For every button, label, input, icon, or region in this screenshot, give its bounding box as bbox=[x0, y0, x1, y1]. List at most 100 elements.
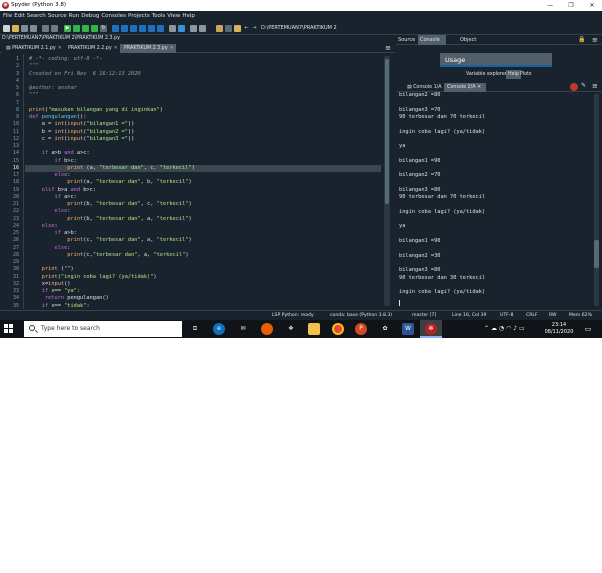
help-options-menu-icon[interactable]: ≡ bbox=[592, 35, 598, 45]
stop-kernel-icon[interactable] bbox=[570, 83, 578, 91]
run-cell-advance-icon[interactable] bbox=[82, 25, 89, 32]
console-scrollbar[interactable] bbox=[594, 94, 599, 306]
run-selection-icon[interactable] bbox=[91, 25, 98, 32]
powerpoint-icon[interactable]: P bbox=[355, 323, 367, 335]
step-icon[interactable] bbox=[121, 25, 128, 32]
taskbar-search-input[interactable]: Type here to search bbox=[24, 321, 182, 337]
file-explorer-icon[interactable] bbox=[308, 323, 320, 335]
menu-projects[interactable]: Projects bbox=[128, 11, 150, 22]
stop-debug-icon[interactable] bbox=[157, 25, 164, 32]
line-number-gutter: 1 2 3 4 5 6 7 8 9 10 11 12 13 14 15 16 17 18 19 20 21 22 23 24 2… bbox=[0, 54, 24, 309]
new-file-icon[interactable] bbox=[3, 25, 10, 32]
battery-icon[interactable]: ▭ bbox=[519, 325, 525, 332]
maximize-pane-icon[interactable] bbox=[169, 25, 176, 32]
task-view-icon[interactable]: ⧉ bbox=[189, 323, 201, 335]
mail-icon[interactable]: ✉ bbox=[237, 323, 249, 335]
debug-icon[interactable] bbox=[112, 25, 119, 32]
layout-icon[interactable] bbox=[199, 25, 206, 32]
cloud-icon[interactable]: ☁ bbox=[491, 325, 497, 332]
help-source-select[interactable]: Console bbox=[418, 35, 446, 45]
menu-source[interactable]: Source bbox=[48, 11, 67, 22]
notifications-icon[interactable]: ▭ bbox=[582, 323, 594, 335]
code-line: print(a, "terbesar dan", b, "terkecil") bbox=[67, 179, 192, 186]
save-all-icon[interactable] bbox=[30, 25, 37, 32]
open-file-icon[interactable] bbox=[12, 25, 19, 32]
lock-icon[interactable]: 🔒 bbox=[578, 35, 585, 45]
code-editor[interactable]: 1 2 3 4 5 6 7 8 9 10 11 12 13 14 15 16 17 18 19 20 21 22 23 24 2… bbox=[0, 54, 393, 309]
save-icon[interactable] bbox=[21, 25, 28, 32]
menu-debug[interactable]: Debug bbox=[81, 11, 99, 22]
code-line: if a>c: bbox=[54, 193, 77, 200]
line-number: 9 bbox=[15, 114, 19, 120]
taskbar-clock[interactable]: 23:14 08/11/2020 bbox=[543, 322, 575, 338]
editor-scrollbar-thumb[interactable] bbox=[385, 59, 389, 204]
edge-icon[interactable]: e bbox=[213, 323, 225, 335]
tools-icon[interactable] bbox=[216, 25, 223, 32]
console-scrollbar-thumb[interactable] bbox=[594, 240, 599, 268]
menu-tools[interactable]: Tools bbox=[152, 11, 166, 22]
tab-praktikum-2-2[interactable]: PRAKTIKUM 2.2.py ✕ bbox=[64, 44, 120, 53]
console-options-menu-icon[interactable]: ≡ bbox=[592, 82, 598, 90]
tab-plots[interactable]: Plots bbox=[520, 70, 532, 79]
chrome-icon[interactable] bbox=[332, 323, 344, 335]
console-line: ya bbox=[399, 223, 406, 230]
volume-icon[interactable]: ♪ bbox=[513, 325, 517, 332]
menu-search[interactable]: Search bbox=[27, 11, 46, 22]
menu-help[interactable]: Help bbox=[182, 11, 195, 22]
menu-edit[interactable]: Edit bbox=[14, 11, 25, 22]
fullscreen-icon[interactable] bbox=[178, 25, 185, 32]
menu-view[interactable]: View bbox=[167, 11, 180, 22]
chevron-up-icon[interactable]: ⌃ bbox=[484, 325, 489, 332]
code-line: else: bbox=[54, 172, 71, 178]
run-cell-icon[interactable] bbox=[73, 25, 80, 32]
tab-praktikum-2-3[interactable]: PRAKTIKUM 2.3.py ✕ bbox=[120, 44, 176, 53]
tab-help[interactable]: Help bbox=[506, 70, 521, 79]
email-icon[interactable] bbox=[42, 25, 49, 32]
app-icon[interactable]: ✿ bbox=[379, 323, 391, 335]
python-path-icon[interactable] bbox=[225, 25, 232, 32]
minimize-button[interactable]: — bbox=[540, 0, 560, 11]
code-line: # -*- coding: utf-8 -*- bbox=[29, 56, 103, 62]
spyder-taskbar-button[interactable]: ✻ bbox=[420, 320, 442, 338]
forward-arrow-icon[interactable]: → bbox=[251, 25, 258, 32]
line-number: 21 bbox=[12, 201, 19, 207]
network-icon[interactable]: ◔ bbox=[499, 325, 504, 332]
menu-consoles[interactable]: Consoles bbox=[101, 11, 126, 22]
preferences-icon[interactable] bbox=[190, 25, 197, 32]
menu-run[interactable]: Run bbox=[69, 11, 80, 22]
back-arrow-icon[interactable]: ← bbox=[243, 25, 250, 32]
menu-file[interactable]: File bbox=[3, 11, 12, 22]
list-icon[interactable] bbox=[51, 25, 58, 32]
line-number: 29 bbox=[12, 259, 19, 265]
line-number: 7 bbox=[15, 99, 19, 106]
ipython-console[interactable]: bilangan2 =80 bilangan3 =70 90 terbesar da… bbox=[396, 92, 602, 309]
console-line: 90 terbesar dan 30 terkecil bbox=[399, 274, 486, 281]
windows-start-icon[interactable] bbox=[4, 324, 14, 334]
run-icon[interactable]: ▶ bbox=[64, 25, 71, 32]
word-icon[interactable]: W bbox=[402, 323, 414, 335]
clear-console-icon[interactable]: ✎ bbox=[581, 82, 586, 89]
tab-console-2a[interactable]: Console 2/A ✕ bbox=[444, 83, 486, 92]
folder-icon[interactable] bbox=[234, 25, 241, 32]
editor-options-menu-icon[interactable]: ≡ bbox=[385, 44, 391, 53]
wifi-icon[interactable]: ◠ bbox=[506, 325, 511, 332]
close-tab-icon[interactable]: ✕ bbox=[477, 85, 481, 90]
step-into-icon[interactable] bbox=[130, 25, 137, 32]
tab-praktikum-2-1[interactable]: ▤ PRAKTIKUM 2.1.py ✕ bbox=[2, 44, 64, 53]
console-line: ya bbox=[399, 143, 406, 150]
close-tab-icon[interactable]: ✕ bbox=[58, 46, 62, 51]
code-line: a = int(input("bilangan1 =")) bbox=[29, 121, 135, 128]
firefox-icon[interactable] bbox=[261, 323, 273, 335]
close-tab-icon[interactable]: ✕ bbox=[170, 46, 174, 51]
step-return-icon[interactable] bbox=[139, 25, 146, 32]
tab-variable-explorer[interactable]: Variable explorer bbox=[466, 70, 507, 79]
tab-console-1a[interactable]: ▤ Console 1/A bbox=[404, 83, 442, 92]
code-line: print("masukan bilangan yang di inginkan… bbox=[29, 106, 163, 113]
maximize-button[interactable]: ❐ bbox=[561, 0, 581, 11]
working-directory-input[interactable]: D:\PERTEMUAN7\PRAKTIKUM 2 bbox=[258, 24, 463, 33]
rerun-icon[interactable]: ↻ bbox=[100, 25, 107, 32]
dropbox-icon[interactable]: ❖ bbox=[285, 323, 297, 335]
close-tab-icon[interactable]: ✕ bbox=[114, 46, 118, 51]
close-button[interactable]: ✕ bbox=[582, 0, 602, 11]
continue-icon[interactable] bbox=[148, 25, 155, 32]
